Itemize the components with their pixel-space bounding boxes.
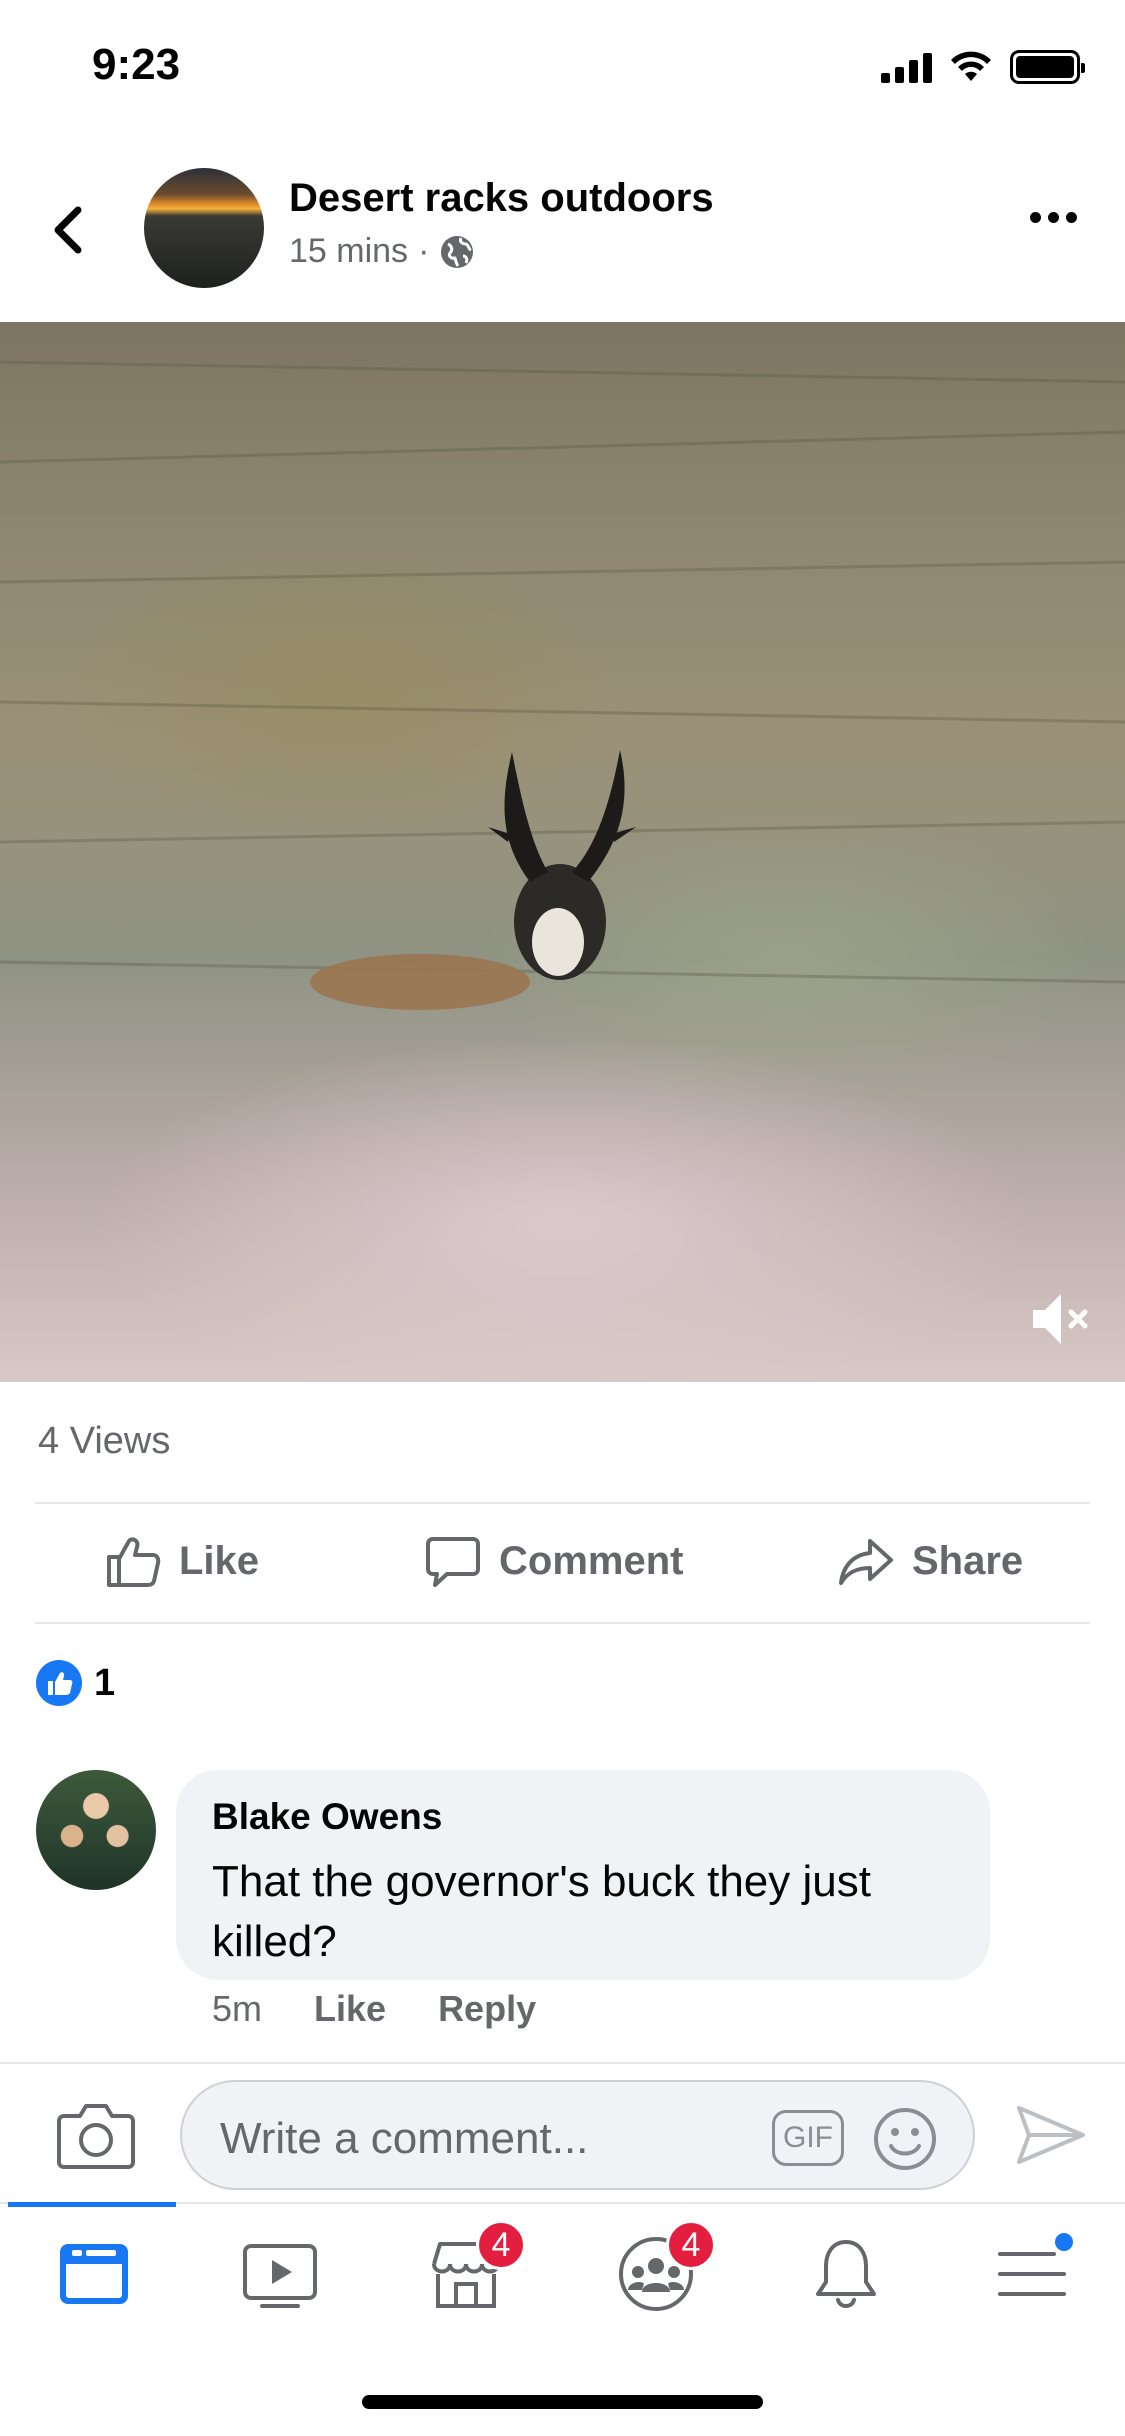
status-bar: 9:23 (0, 0, 1125, 135)
comment-label: Comment (499, 1538, 684, 1583)
comment-placeholder: Write a comment... (220, 2114, 589, 2163)
nav-marketplace[interactable]: 4 (426, 2220, 526, 2314)
post-meta: 15 mins · (289, 232, 475, 271)
mute-icon[interactable] (1027, 1284, 1097, 1354)
nav-groups[interactable]: 4 (616, 2220, 716, 2314)
comment-bubble[interactable]: Blake Owens That the governor's buck the… (176, 1770, 990, 1980)
nav-menu[interactable] (992, 2230, 1076, 2314)
home-indicator[interactable] (362, 2395, 763, 2409)
gif-button[interactable]: GIF (772, 2110, 844, 2166)
meta-separator: · (418, 232, 430, 270)
nav-watch[interactable] (240, 2234, 320, 2314)
view-count: 4 Views (38, 1420, 171, 1462)
marketplace-badge: 4 (476, 2220, 526, 2270)
comment-composer: Write a comment... GIF (0, 2062, 1125, 2202)
comment-time: 5m (212, 1988, 263, 2029)
divider (35, 1502, 1090, 1504)
thumbs-up-icon (107, 1537, 161, 1587)
back-arrow-icon[interactable] (40, 200, 100, 260)
comment-meta: 5m Like Reply (212, 1988, 536, 2030)
like-reaction-icon (36, 1660, 82, 1706)
cellular-signal-icon (881, 51, 932, 83)
comment-input[interactable]: Write a comment... GIF (180, 2080, 975, 2190)
more-options-button[interactable] (1030, 212, 1077, 223)
post-actions: Like Comment Share (0, 1505, 1125, 1625)
reactions-summary[interactable]: 1 (36, 1660, 115, 1706)
bottom-nav: 4 4 (0, 2202, 1125, 2327)
status-icons (881, 50, 1085, 84)
commenter-avatar[interactable] (36, 1770, 156, 1890)
emoji-icon[interactable] (872, 2106, 938, 2172)
comment-button[interactable]: Comment (425, 1533, 683, 1589)
post-video[interactable] (0, 322, 1125, 1382)
pronghorn-scene (0, 360, 1125, 1010)
comment-author[interactable]: Blake Owens (212, 1796, 954, 1838)
battery-icon (1010, 50, 1085, 84)
page-name[interactable]: Desert racks outdoors (289, 176, 714, 221)
share-arrow-icon (839, 1539, 893, 1585)
news-feed-icon (60, 2244, 128, 2304)
post-time: 15 mins (289, 232, 409, 270)
nav-home[interactable] (54, 2234, 134, 2314)
watch-icon (243, 2244, 317, 2308)
status-time: 9:23 (92, 40, 181, 89)
comment-text: That the governor's buck they just kille… (212, 1857, 871, 1966)
comment-like-button[interactable]: Like (314, 1988, 386, 2030)
comment-reply-button[interactable]: Reply (438, 1988, 536, 2030)
send-icon[interactable] (1015, 2104, 1087, 2166)
divider (35, 1622, 1090, 1624)
nav-notifications[interactable] (806, 2234, 886, 2314)
share-button[interactable]: Share (838, 1533, 1023, 1589)
wifi-icon (951, 51, 991, 81)
page-avatar[interactable] (144, 168, 264, 288)
share-label: Share (912, 1538, 1024, 1583)
menu-notification-dot (1052, 2230, 1076, 2254)
active-tab-indicator (8, 2202, 176, 2207)
like-button[interactable]: Like (105, 1533, 259, 1589)
camera-icon[interactable] (56, 2100, 136, 2170)
post-header: Desert racks outdoors 15 mins · (0, 150, 1125, 320)
comment-icon (426, 1537, 480, 1587)
globe-icon (441, 235, 474, 268)
groups-badge: 4 (666, 2220, 716, 2270)
reaction-count: 1 (94, 1661, 116, 1704)
notifications-bell-icon (816, 2240, 876, 2308)
like-label: Like (179, 1538, 260, 1583)
